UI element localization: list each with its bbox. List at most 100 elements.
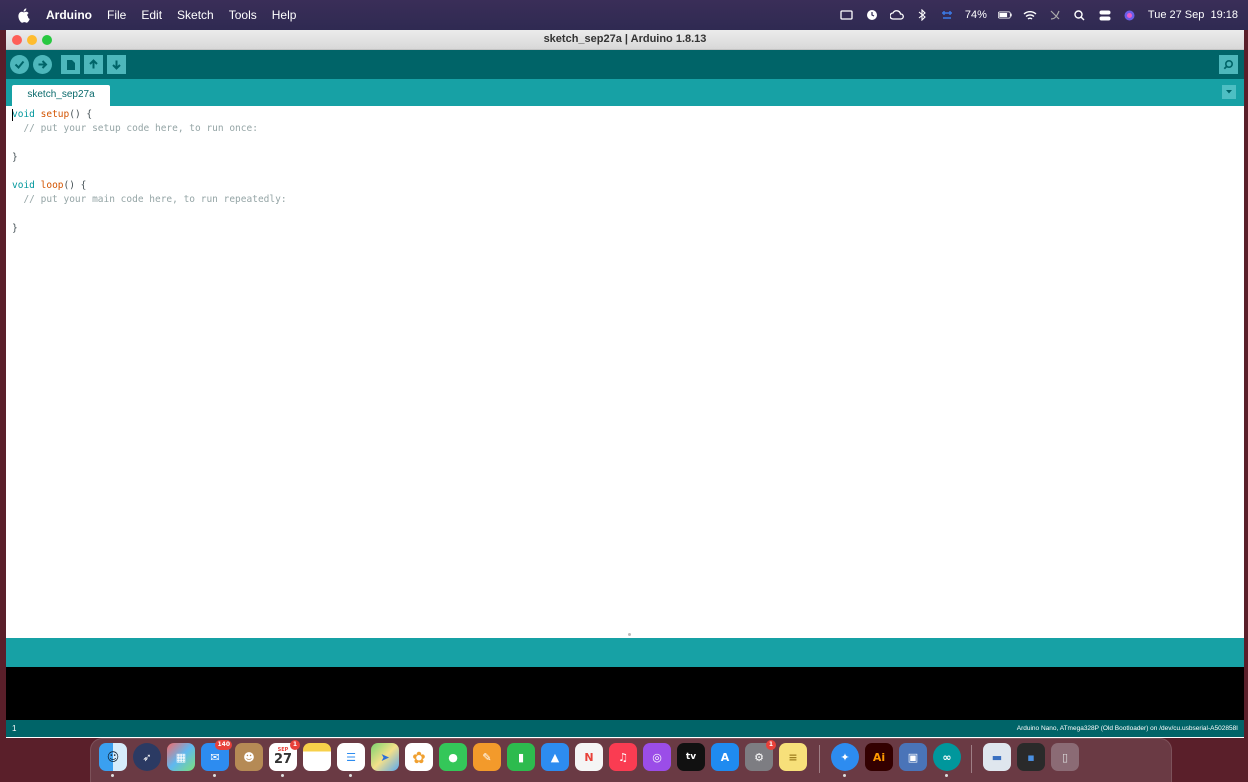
folder-icon: ▬ xyxy=(991,750,1003,764)
time-machine-icon[interactable] xyxy=(865,9,879,21)
function-setup: setup xyxy=(40,109,70,120)
code-editor[interactable]: void setup() { // put your setup code he… xyxy=(6,106,1244,638)
running-indicator xyxy=(349,774,352,777)
dock-illustrator[interactable]: Ai xyxy=(865,743,893,771)
screen-mirror-icon[interactable] xyxy=(840,9,854,21)
chevron-down-icon xyxy=(1226,90,1232,94)
mail-badge: 140 xyxy=(215,740,232,750)
preview-icon: ▣ xyxy=(907,750,919,764)
tab-bar: sketch_sep27a xyxy=(6,79,1244,106)
clock[interactable]: Tue 27 Sep 19:18 xyxy=(1148,9,1238,21)
bar-chart-icon: ▮ xyxy=(517,750,525,764)
photos-icon: ✿ xyxy=(412,747,426,767)
status-area: 74% Tue 27 Sep 19:18 xyxy=(840,9,1238,21)
battery-icon[interactable] xyxy=(997,9,1012,21)
illustrator-label: Ai xyxy=(872,750,886,764)
line-number: 1 xyxy=(12,724,17,733)
pen-icon: ✎ xyxy=(482,750,492,764)
dock-messages[interactable]: ● xyxy=(439,743,467,771)
title-bar[interactable]: sketch_sep27a | Arduino 1.8.13 xyxy=(6,30,1244,50)
dock-system-preferences[interactable]: ⚙ 1 xyxy=(745,740,776,771)
resize-grip[interactable] xyxy=(628,633,631,636)
arrow-down-icon xyxy=(112,60,121,70)
dock-safari[interactable]: ✦ xyxy=(831,743,859,777)
control-center-icon[interactable] xyxy=(1098,9,1112,21)
magnifier-icon xyxy=(1223,59,1234,70)
news-icon: N xyxy=(584,750,594,764)
keyword-void: void xyxy=(12,179,35,191)
dock-pages[interactable]: ✎ xyxy=(473,743,501,771)
dock-launchpad[interactable]: ➶ xyxy=(133,743,161,771)
upload-button[interactable] xyxy=(33,55,52,74)
input-source-icon[interactable] xyxy=(940,9,954,21)
calendar-badge: 1 xyxy=(290,740,300,750)
sticky-note-icon: ≡ xyxy=(788,750,798,764)
dock-separator xyxy=(819,745,820,773)
spotlight-search-icon[interactable] xyxy=(1073,9,1087,21)
menu-file[interactable]: File xyxy=(107,8,126,22)
mail-icon: ✉ xyxy=(210,750,220,764)
menu-edit[interactable]: Edit xyxy=(141,8,162,22)
console-output[interactable] xyxy=(6,667,1244,720)
tab-sketch[interactable]: sketch_sep27a xyxy=(12,85,110,106)
dock-app-store[interactable]: A xyxy=(711,743,739,771)
dock-news[interactable]: N xyxy=(575,743,603,771)
code-line: // put your setup code here, to run once… xyxy=(12,123,258,135)
do-not-disturb-icon[interactable] xyxy=(1048,9,1062,21)
arduino-window: sketch_sep27a | Arduino 1.8.13 sketch_se… xyxy=(6,30,1244,738)
message-bubble-icon: ● xyxy=(448,750,458,764)
dock-downloads-folder[interactable]: ▪ xyxy=(1017,743,1045,771)
creative-cloud-icon[interactable] xyxy=(889,9,904,21)
save-sketch-button[interactable] xyxy=(107,55,126,74)
dock-screenshot-folder[interactable]: ▬ xyxy=(983,743,1011,771)
dock-numbers[interactable]: ▮ xyxy=(507,743,535,771)
music-note-icon: ♫ xyxy=(618,750,628,764)
dock-calendar[interactable]: SEP 27 1 xyxy=(269,740,300,777)
dock-reminders[interactable]: ☰ xyxy=(337,743,365,777)
dock-apple-tv[interactable]: tv xyxy=(677,743,705,771)
menu-sketch[interactable]: Sketch xyxy=(177,8,214,22)
verify-button[interactable] xyxy=(10,55,29,74)
dock-launchpad-grid[interactable]: ▦ xyxy=(167,743,195,771)
gear-icon: ⚙ xyxy=(754,750,764,764)
running-indicator xyxy=(281,774,284,777)
code-line: // put your main code here, to run repea… xyxy=(12,194,287,206)
menu-tools[interactable]: Tools xyxy=(229,8,257,22)
bluetooth-icon[interactable] xyxy=(915,9,929,21)
serial-monitor-button[interactable] xyxy=(1219,55,1238,74)
wifi-icon[interactable] xyxy=(1023,9,1037,21)
dock-stickies[interactable]: ≡ xyxy=(779,743,807,771)
dock-preview[interactable]: ▣ xyxy=(899,743,927,771)
window-title: sketch_sep27a | Arduino 1.8.13 xyxy=(543,33,707,45)
dock-podcasts[interactable]: ◎ xyxy=(643,743,671,771)
battery-percent: 74% xyxy=(964,9,987,21)
new-sketch-button[interactable] xyxy=(61,55,80,74)
running-indicator xyxy=(945,774,948,777)
dock-mail[interactable]: ✉ 140 xyxy=(201,740,232,777)
dock-arduino[interactable]: ∞ xyxy=(933,743,961,777)
siri-icon[interactable] xyxy=(1123,9,1137,21)
dock-contacts[interactable]: ☻ xyxy=(235,743,263,771)
tab-menu-button[interactable] xyxy=(1222,85,1236,99)
dock-finder[interactable]: ☺ xyxy=(99,743,127,777)
reminders-icon: ☰ xyxy=(346,750,356,764)
console-header[interactable] xyxy=(6,633,1244,667)
dock-music[interactable]: ♫ xyxy=(609,743,637,771)
apple-icon[interactable] xyxy=(16,7,32,23)
menu-app-arduino[interactable]: Arduino xyxy=(46,8,92,22)
dock-maps[interactable]: ➤ xyxy=(371,743,399,771)
grid-icon: ▦ xyxy=(175,750,187,764)
dock-notes[interactable] xyxy=(303,743,331,771)
keyword-void: void xyxy=(12,109,35,120)
code-line: } xyxy=(12,151,18,163)
open-sketch-button[interactable] xyxy=(84,55,103,74)
arrow-up-icon xyxy=(89,59,98,69)
menu-help[interactable]: Help xyxy=(272,8,297,22)
dock-photos[interactable]: ✿ xyxy=(405,743,433,771)
dock-keynote[interactable]: ▲ xyxy=(541,743,569,771)
finder-icon: ☺ xyxy=(106,750,120,764)
dock-trash[interactable]: ▯ xyxy=(1051,743,1079,771)
podium-icon: ▲ xyxy=(550,750,560,764)
